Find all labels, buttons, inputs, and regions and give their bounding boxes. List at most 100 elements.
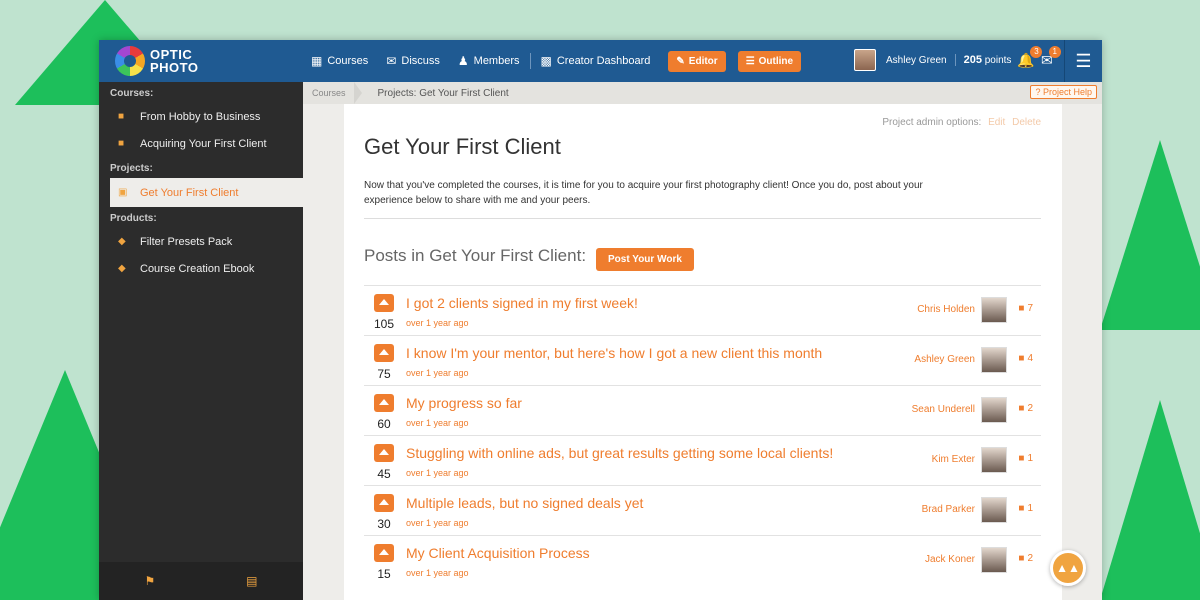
sidebar-footer: ⚑ ▤ bbox=[99, 562, 303, 600]
post-date: over 1 year ago bbox=[406, 568, 469, 578]
bar-chart-icon: ▩ bbox=[540, 54, 552, 68]
users-icon: ♟ bbox=[457, 54, 469, 68]
post-author[interactable]: Jack Koner bbox=[925, 554, 975, 565]
user-menu[interactable]: Ashley Green 205 points bbox=[854, 49, 1011, 71]
list-item[interactable]: 15 My Client Acquisition Process over 1 … bbox=[364, 535, 1041, 585]
post-date: over 1 year ago bbox=[406, 468, 469, 478]
bookmark-icon[interactable]: ⚑ bbox=[144, 574, 155, 588]
avatar[interactable] bbox=[981, 547, 1007, 573]
sidebar-item-project[interactable]: ▣ Get Your First Client bbox=[110, 178, 303, 207]
comment-count[interactable]: ■ 1 bbox=[1018, 453, 1033, 464]
edit-link[interactable]: Edit bbox=[988, 117, 1005, 128]
sidebar-item-product[interactable]: ◆ Course Creation Ebook bbox=[99, 255, 303, 282]
post-date: over 1 year ago bbox=[406, 368, 469, 378]
admin-options: Project admin options: Edit Delete bbox=[882, 117, 1041, 128]
vote-count: 15 bbox=[377, 567, 391, 581]
post-title[interactable]: I got 2 clients signed in my first week! bbox=[406, 295, 638, 311]
chat-icon: ✉ bbox=[386, 54, 397, 68]
post-author[interactable]: Ashley Green bbox=[914, 354, 975, 365]
project-description: Now that you've completed the courses, i… bbox=[364, 180, 923, 206]
list-item[interactable]: 45 Stuggling with online ads, but great … bbox=[364, 435, 1041, 485]
post-author[interactable]: Brad Parker bbox=[922, 504, 975, 515]
list-item[interactable]: 105 I got 2 clients signed in my first w… bbox=[364, 285, 1041, 335]
list-item[interactable]: 30 Multiple leads, but no signed deals y… bbox=[364, 485, 1041, 535]
upvote-button[interactable] bbox=[374, 544, 394, 562]
comment-count[interactable]: ■ 7 bbox=[1018, 303, 1033, 314]
page-title: Get Your First Client bbox=[364, 134, 561, 159]
comment-icon: ■ bbox=[1018, 353, 1025, 364]
vote-count: 45 bbox=[377, 467, 391, 481]
comment-icon: ■ bbox=[1018, 303, 1025, 314]
app-window: OPTIC PHOTO ▦ Courses ✉ Discuss ♟ Members ▩… bbox=[99, 40, 1102, 600]
nav-creator-dashboard[interactable]: ▩ Creator Dashboard bbox=[541, 54, 651, 68]
messages-button[interactable]: ✉ 1 bbox=[1041, 46, 1061, 69]
comment-icon: ■ bbox=[1018, 553, 1025, 564]
comment-count[interactable]: ■ 1 bbox=[1018, 503, 1033, 514]
post-author[interactable]: Sean Underell bbox=[912, 404, 975, 415]
comment-count[interactable]: ■ 2 bbox=[1018, 553, 1033, 564]
comment-count[interactable]: ■ 2 bbox=[1018, 403, 1033, 414]
project-help-button[interactable]: ? Project Help bbox=[1030, 85, 1097, 99]
upvote-button[interactable] bbox=[374, 494, 394, 512]
project-panel: Project admin options: Edit Delete Get Y… bbox=[344, 104, 1062, 600]
post-title[interactable]: Multiple leads, but no signed deals yet bbox=[406, 495, 643, 511]
list-item[interactable]: 75 I know I'm your mentor, but here's ho… bbox=[364, 335, 1041, 385]
avatar[interactable] bbox=[981, 297, 1007, 323]
vote-count: 30 bbox=[377, 517, 391, 531]
nav-discuss[interactable]: ✉ Discuss bbox=[386, 54, 440, 68]
vote-count: 60 bbox=[377, 417, 391, 431]
upvote-button[interactable] bbox=[374, 394, 394, 412]
hamburger-menu-icon[interactable]: ☰ bbox=[1064, 40, 1102, 82]
book-icon: ▦ bbox=[311, 54, 323, 68]
editor-button[interactable]: ✎ Editor bbox=[668, 50, 726, 72]
sidebar-item-course[interactable]: ■ Acquiring Your First Client bbox=[99, 130, 303, 157]
post-author[interactable]: Kim Exter bbox=[932, 454, 975, 465]
sidebar-heading: Products: bbox=[110, 213, 157, 224]
decor-triangle bbox=[1100, 400, 1200, 600]
aperture-icon bbox=[115, 46, 145, 76]
question-icon: ? bbox=[1035, 87, 1041, 97]
briefcase-icon: ▣ bbox=[118, 187, 128, 198]
document-icon[interactable]: ▤ bbox=[246, 574, 257, 588]
nav-divider bbox=[529, 53, 531, 69]
avatar[interactable] bbox=[981, 447, 1007, 473]
avatar[interactable] bbox=[981, 497, 1007, 523]
floating-mountain-icon-button[interactable]: ▲▲ bbox=[1050, 550, 1086, 586]
sitemap-icon: ☰ bbox=[745, 55, 755, 67]
breadcrumb-current: Projects: Get Your First Client bbox=[377, 87, 509, 99]
post-title[interactable]: I know I'm your mentor, but here's how I… bbox=[406, 345, 822, 361]
avatar[interactable] bbox=[981, 347, 1007, 373]
post-title[interactable]: My Client Acquisition Process bbox=[406, 545, 590, 561]
notifications-button[interactable]: 🔔 3 bbox=[1017, 46, 1043, 69]
list-item[interactable]: 60 My progress so far over 1 year ago Se… bbox=[364, 385, 1041, 435]
breadcrumb: Courses Projects: Get Your First Client … bbox=[303, 82, 1102, 104]
outline-button[interactable]: ☰ Outline bbox=[737, 50, 802, 72]
nav-members[interactable]: ♟ Members bbox=[458, 54, 520, 68]
message-count: 1 bbox=[1048, 46, 1061, 58]
sidebar-item-course[interactable]: ■ From Hobby to Business bbox=[99, 103, 303, 130]
upvote-button[interactable] bbox=[374, 294, 394, 312]
nav-courses[interactable]: ▦ Courses bbox=[311, 54, 368, 68]
comment-icon: ■ bbox=[1018, 453, 1025, 464]
decor-triangle bbox=[1100, 140, 1200, 330]
posts-list: 105 I got 2 clients signed in my first w… bbox=[364, 285, 1041, 585]
breadcrumb-courses[interactable]: Courses bbox=[303, 82, 362, 104]
post-author[interactable]: Chris Holden bbox=[917, 304, 975, 315]
post-title[interactable]: My progress so far bbox=[406, 395, 522, 411]
sidebar-heading: Projects: bbox=[110, 163, 153, 174]
comment-count[interactable]: ■ 4 bbox=[1018, 353, 1033, 364]
delete-link[interactable]: Delete bbox=[1012, 117, 1041, 128]
upvote-button[interactable] bbox=[374, 344, 394, 362]
post-date: over 1 year ago bbox=[406, 318, 469, 328]
post-your-work-button[interactable]: Post Your Work bbox=[596, 248, 694, 271]
sidebar-heading: Courses: bbox=[110, 88, 154, 99]
vote-count: 105 bbox=[373, 317, 395, 331]
post-date: over 1 year ago bbox=[406, 418, 469, 428]
post-title[interactable]: Stuggling with online ads, but great res… bbox=[406, 445, 833, 461]
divider bbox=[364, 218, 1041, 219]
logo[interactable]: OPTIC PHOTO bbox=[115, 46, 295, 76]
sidebar-item-product[interactable]: ◆ Filter Presets Pack bbox=[99, 228, 303, 255]
upvote-button[interactable] bbox=[374, 444, 394, 462]
avatar[interactable] bbox=[981, 397, 1007, 423]
comment-icon: ■ bbox=[1018, 403, 1025, 414]
